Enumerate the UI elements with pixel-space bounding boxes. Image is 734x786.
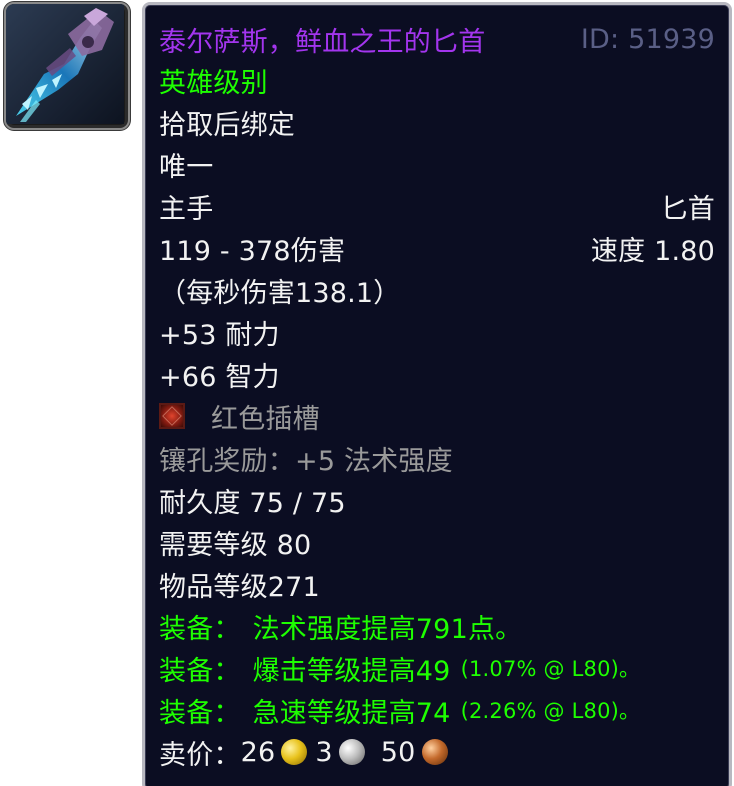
socket-bonus: 镶孔奖励：+5 法术强度 <box>159 445 453 477</box>
required-level: 需要等级 80 <box>159 529 312 561</box>
equip-prefix: 装备： <box>159 697 241 729</box>
socket-row: 红色插槽 <box>159 395 715 437</box>
item-slot: 主手 <box>159 193 214 225</box>
item-dps: （每秒伤害138.1） <box>159 277 401 309</box>
stat-intellect: +66 智力 <box>159 361 280 393</box>
item-level-row: 物品等级271 <box>159 563 715 605</box>
equip-effect-row: 装备： 爆击等级提高49 (1.07% @ L80)。 <box>159 647 715 689</box>
stat-stamina: +53 耐力 <box>159 319 280 351</box>
item-speed: 速度 1.80 <box>590 235 715 267</box>
socket-label: 红色插槽 <box>211 403 320 435</box>
red-socket-icon[interactable] <box>159 403 185 429</box>
socket-bonus-row: 镶孔奖励：+5 法术强度 <box>159 437 715 479</box>
durability-row: 耐久度 75 / 75 <box>159 479 715 521</box>
dagger-item-icon[interactable] <box>4 2 130 130</box>
sell-price-row: 卖价： 26 3 50 <box>159 731 715 773</box>
gold-coin-icon <box>281 739 308 765</box>
equip-text: 法术强度提高791点。 <box>252 613 523 645</box>
item-unique: 唯一 <box>159 151 214 183</box>
equip-prefix: 装备： <box>159 655 241 687</box>
equip-note: (2.26% @ L80)。 <box>460 699 641 723</box>
equip-effect-row: 装备： 法术强度提高791点。 <box>159 605 715 647</box>
gold-amount: 26 <box>240 736 276 768</box>
stat-row: +66 智力 <box>159 353 715 395</box>
equip-text: 爆击等级提高49 <box>252 655 451 687</box>
item-quality: 英雄级别 <box>159 67 268 99</box>
silver-amount: 3 <box>315 736 333 768</box>
sell-price: 卖价： 26 3 50 <box>159 733 456 772</box>
required-level-row: 需要等级 80 <box>159 521 715 563</box>
item-id: ID: 51939 <box>580 23 715 55</box>
copper-coin-icon <box>421 739 448 765</box>
tooltip-header: 泰尔萨斯，鲜血之王的匕首 ID: 51939 <box>159 19 715 59</box>
dps-row: （每秒伤害138.1） <box>159 269 715 311</box>
slot-row: 主手 匕首 <box>159 185 715 227</box>
unique-row: 唯一 <box>159 143 715 185</box>
item-level: 物品等级271 <box>159 571 320 603</box>
quality-row: 英雄级别 <box>159 59 715 101</box>
sell-price-label: 卖价： <box>159 739 241 771</box>
equip-note: (1.07% @ L80)。 <box>460 657 641 681</box>
item-type: 匕首 <box>660 193 715 225</box>
equip-effect: 装备： 急速等级提高74 (2.26% @ L80)。 <box>159 691 640 730</box>
dagger-icon-art <box>6 4 124 124</box>
equip-effect-row: 装备： 急速等级提高74 (2.26% @ L80)。 <box>159 689 715 731</box>
equip-effect: 装备： 爆击等级提高49 (1.07% @ L80)。 <box>159 649 640 688</box>
silver-coin-icon <box>338 739 365 765</box>
stat-row: +53 耐力 <box>159 311 715 353</box>
item-damage: 119 - 378伤害 <box>159 235 346 267</box>
equip-effect: 装备： 法术强度提高791点。 <box>159 607 522 646</box>
item-tooltip-view: 泰尔萨斯，鲜血之王的匕首 ID: 51939 英雄级别 拾取后绑定 唯一 主手 … <box>0 0 734 786</box>
binding-row: 拾取后绑定 <box>159 101 715 143</box>
item-binding: 拾取后绑定 <box>159 109 295 141</box>
item-name[interactable]: 泰尔萨斯，鲜血之王的匕首 <box>159 20 485 59</box>
equip-prefix: 装备： <box>159 613 241 645</box>
item-durability: 耐久度 75 / 75 <box>159 487 346 519</box>
socket-entry: 红色插槽 <box>159 397 320 436</box>
equip-text: 急速等级提高74 <box>252 697 451 729</box>
damage-row: 119 - 378伤害 速度 1.80 <box>159 227 715 269</box>
copper-amount: 50 <box>380 736 416 768</box>
item-tooltip: 泰尔萨斯，鲜血之王的匕首 ID: 51939 英雄级别 拾取后绑定 唯一 主手 … <box>142 2 732 786</box>
